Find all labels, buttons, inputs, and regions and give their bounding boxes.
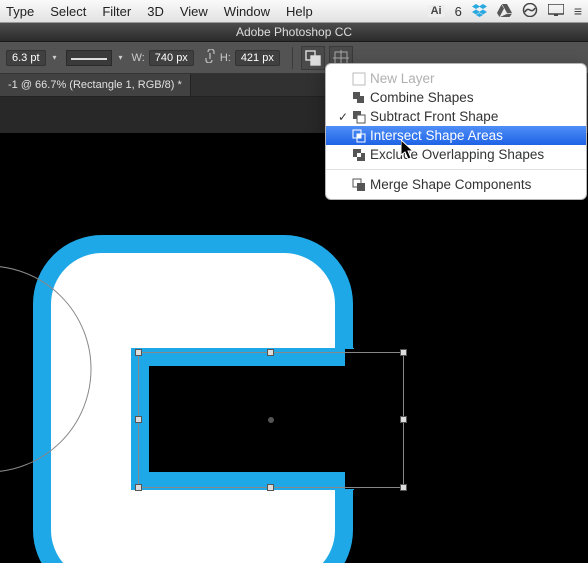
stroke-style-picker[interactable]	[66, 50, 112, 66]
link-wh-icon[interactable]	[204, 49, 216, 66]
merge-shape-components-icon	[350, 178, 368, 192]
height-field[interactable]: 421 px	[235, 50, 280, 66]
intersect-shape-areas-icon	[350, 129, 368, 143]
path-operations-menu: New Layer Combine Shapes ✓ Subtract Fron…	[325, 63, 587, 200]
menu-separator	[326, 169, 586, 170]
combine-shapes-icon	[350, 91, 368, 105]
app-title: Adobe Photoshop CC	[236, 25, 352, 39]
gdrive-icon[interactable]	[497, 4, 512, 19]
height-label: H:	[220, 52, 231, 64]
stroke-style-dropdown-icon[interactable]: ▾	[116, 51, 126, 65]
mac-menubar: Type Select Filter 3D View Window Help A…	[0, 0, 588, 23]
menu-3d[interactable]: 3D	[147, 4, 164, 19]
document-tab-title: -1 @ 66.7% (Rectangle 1, RGB/8) *	[8, 79, 182, 91]
ai-status-icon[interactable]: Ai	[428, 5, 445, 17]
document-tab[interactable]: -1 @ 66.7% (Rectangle 1, RGB/8) *	[0, 74, 191, 96]
menu-filter[interactable]: Filter	[102, 4, 131, 19]
path-operations-button[interactable]	[301, 46, 325, 70]
menu-item-intersect-shape-areas[interactable]: Intersect Shape Areas	[326, 126, 586, 145]
status-number: 6	[455, 4, 462, 19]
new-layer-icon	[350, 72, 368, 86]
menu-window[interactable]: Window	[224, 4, 270, 19]
subtract-front-shape-icon	[350, 110, 368, 124]
stroke-width-field[interactable]: 6.3 pt	[6, 50, 46, 66]
menu-extra-icon[interactable]: ≡	[574, 4, 582, 18]
checkmark-icon: ✓	[336, 110, 350, 124]
transform-bounding-box[interactable]	[138, 352, 404, 488]
menu-view[interactable]: View	[180, 4, 208, 19]
menu-type[interactable]: Type	[6, 4, 34, 19]
menu-item-subtract-front-shape[interactable]: ✓ Subtract Front Shape	[326, 107, 586, 126]
menu-help[interactable]: Help	[286, 4, 313, 19]
menu-item-exclude-overlapping-shapes[interactable]: Exclude Overlapping Shapes	[326, 145, 586, 164]
cc-icon[interactable]	[522, 3, 538, 19]
exclude-overlapping-shapes-icon	[350, 148, 368, 162]
menu-select[interactable]: Select	[50, 4, 86, 19]
menu-item-new-layer: New Layer	[326, 69, 586, 88]
menubar-status-area: Ai 6 ≡	[428, 3, 582, 19]
menu-item-label: New Layer	[370, 71, 435, 86]
app-titlebar: Adobe Photoshop CC	[0, 23, 588, 42]
stroke-width-dropdown-icon[interactable]: ▾	[50, 51, 60, 65]
menu-item-merge-shape-components[interactable]: Merge Shape Components	[326, 175, 586, 194]
options-divider	[292, 47, 293, 69]
width-label: W:	[132, 52, 145, 64]
menu-item-combine-shapes[interactable]: Combine Shapes	[326, 88, 586, 107]
dropbox-icon[interactable]	[472, 4, 487, 19]
display-icon[interactable]	[548, 4, 564, 18]
width-field[interactable]: 740 px	[149, 50, 194, 66]
